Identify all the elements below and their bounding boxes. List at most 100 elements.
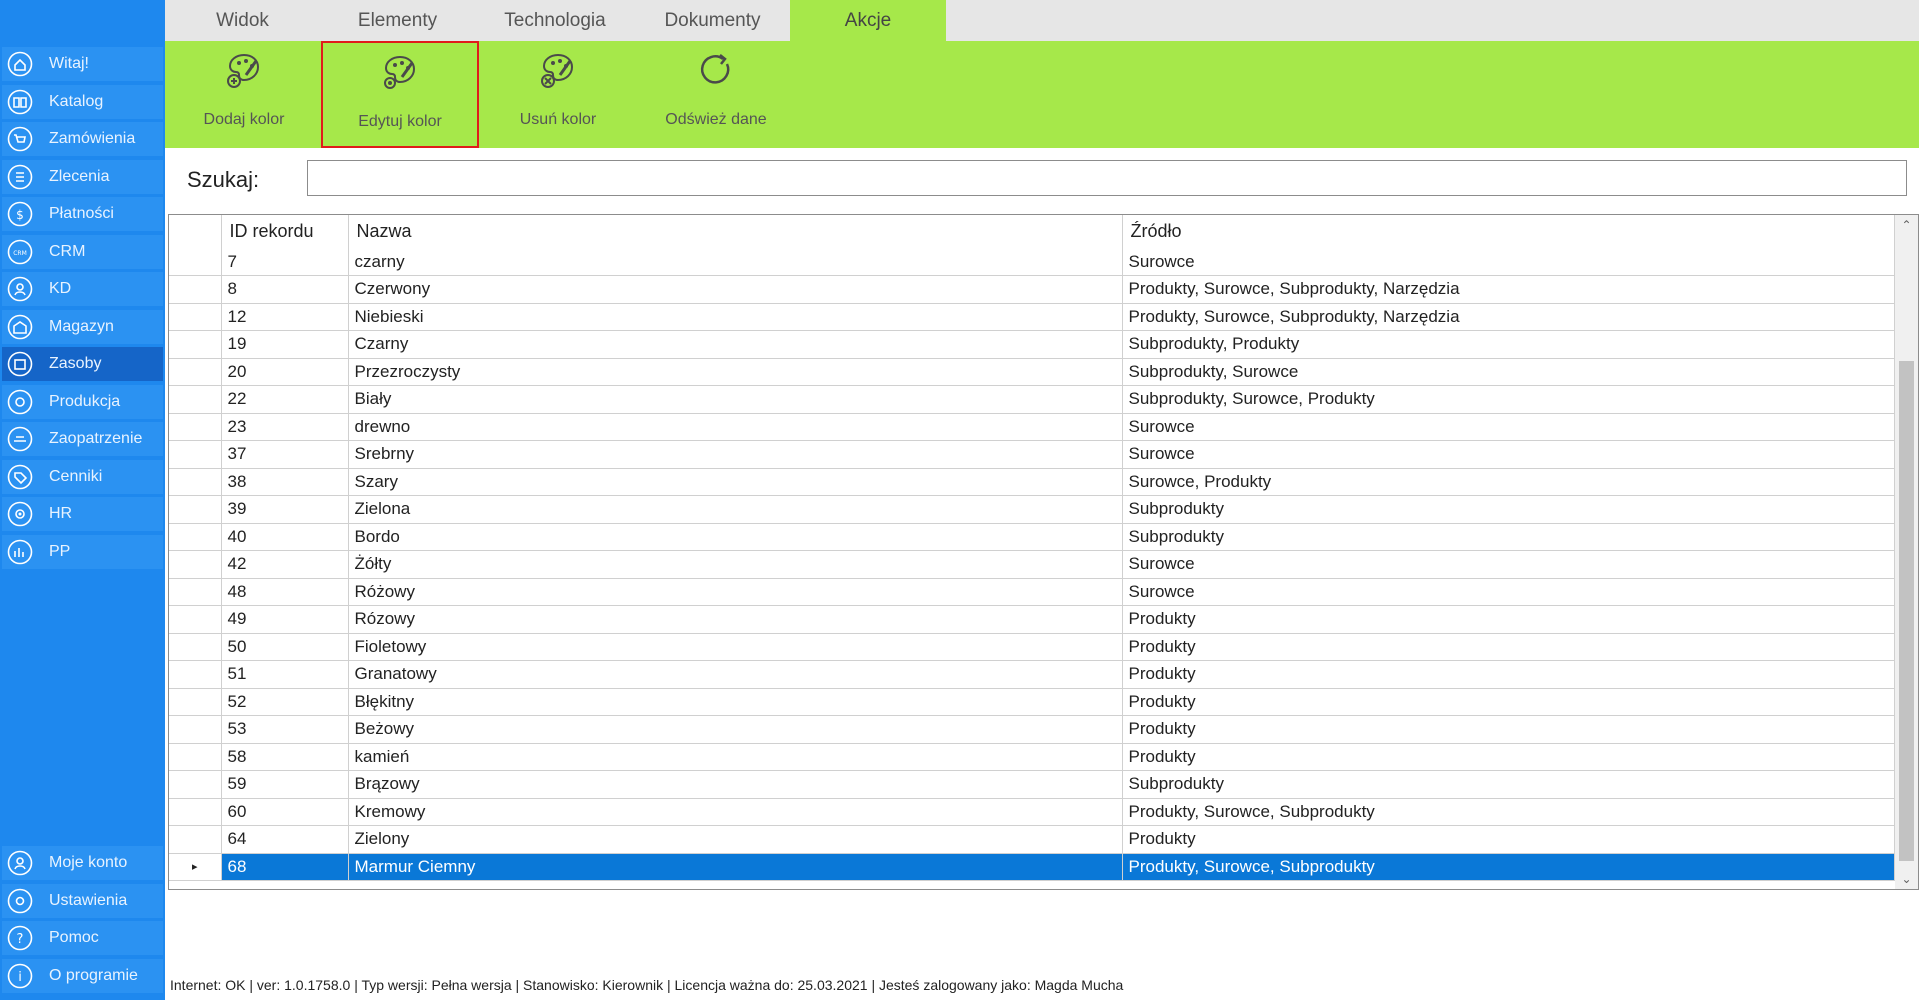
- cell-source[interactable]: Produkty, Surowce, Subprodukty: [1122, 798, 1895, 826]
- cell-name[interactable]: Błękitny: [348, 688, 1123, 716]
- cell-name[interactable]: Czerwony: [348, 275, 1123, 304]
- sidebar-item-płatności[interactable]: $ Płatności: [2, 197, 163, 231]
- table-row[interactable]: 64 Zielony Produkty: [169, 825, 1895, 854]
- row-selector[interactable]: [169, 660, 222, 689]
- table-row[interactable]: 38 Szary Surowce, Produkty: [169, 468, 1895, 496]
- cell-name[interactable]: Zielony: [348, 825, 1123, 854]
- cell-id[interactable]: 39: [221, 495, 349, 524]
- cell-id[interactable]: 19: [221, 330, 349, 359]
- cell-name[interactable]: Srebrny: [348, 440, 1123, 469]
- cell-source[interactable]: Produkty: [1122, 743, 1895, 771]
- row-selector[interactable]: [169, 633, 222, 661]
- tab-technologia[interactable]: Technologia: [475, 0, 635, 41]
- cell-id[interactable]: 53: [221, 715, 349, 744]
- cell-name[interactable]: Przezroczysty: [348, 358, 1123, 386]
- column-header-source[interactable]: Źródło: [1122, 215, 1895, 248]
- cell-id[interactable]: 50: [221, 633, 349, 661]
- row-selector[interactable]: [169, 550, 222, 579]
- table-row[interactable]: 39 Zielona Subprodukty: [169, 495, 1895, 524]
- cell-source[interactable]: Produkty: [1122, 633, 1895, 661]
- add-color-button[interactable]: Dodaj kolor: [165, 41, 323, 148]
- cell-source[interactable]: Surowce: [1122, 413, 1895, 441]
- row-selector[interactable]: [169, 825, 222, 854]
- cell-name[interactable]: Żółty: [348, 550, 1123, 579]
- cell-name[interactable]: Fioletowy: [348, 633, 1123, 661]
- delete-color-button[interactable]: Usuń kolor: [479, 41, 637, 148]
- row-selector[interactable]: ▸: [169, 853, 222, 881]
- refresh-button[interactable]: Odśwież dane: [637, 41, 795, 148]
- cell-id[interactable]: 22: [221, 385, 349, 414]
- row-selector[interactable]: [169, 715, 222, 744]
- row-selector[interactable]: [169, 743, 222, 771]
- sidebar-item-moje-konto[interactable]: Moje konto: [2, 846, 163, 880]
- cell-id[interactable]: 52: [221, 688, 349, 716]
- cell-id[interactable]: 38: [221, 468, 349, 496]
- cell-id[interactable]: 40: [221, 523, 349, 551]
- search-input[interactable]: [307, 160, 1907, 196]
- table-row[interactable]: 59 Brązowy Subprodukty: [169, 770, 1895, 799]
- table-row[interactable]: 8 Czerwony Produkty, Surowce, Subprodukty,…: [169, 275, 1895, 304]
- sidebar-item-crm[interactable]: CRM CRM: [2, 234, 163, 269]
- cell-id[interactable]: 68: [221, 853, 349, 881]
- sidebar-item-zlecenia[interactable]: Zlecenia: [2, 159, 163, 194]
- table-row[interactable]: 20 Przezroczysty Subprodukty, Surowce: [169, 358, 1895, 386]
- cell-source[interactable]: Produkty: [1122, 660, 1895, 689]
- row-selector[interactable]: [169, 358, 222, 386]
- sidebar-item-zasoby[interactable]: Zasoby: [2, 347, 163, 381]
- cell-name[interactable]: Zielona: [348, 495, 1123, 524]
- row-selector[interactable]: [169, 688, 222, 716]
- cell-source[interactable]: Subprodukty: [1122, 770, 1895, 799]
- scrollbar-thumb[interactable]: [1899, 361, 1914, 861]
- column-header-id[interactable]: ID rekordu: [221, 215, 349, 248]
- cell-source[interactable]: Produkty, Surowce, Subprodukty: [1122, 853, 1895, 881]
- sidebar-item-o-programie[interactable]: i O programie: [2, 958, 163, 993]
- cell-source[interactable]: Produkty: [1122, 825, 1895, 854]
- column-header-name[interactable]: Nazwa: [348, 215, 1123, 248]
- cell-source[interactable]: Surowce: [1122, 550, 1895, 579]
- row-selector[interactable]: [169, 275, 222, 304]
- cell-id[interactable]: 49: [221, 605, 349, 634]
- table-row[interactable]: 49 Rózowy Produkty: [169, 605, 1895, 634]
- cell-name[interactable]: Czarny: [348, 330, 1123, 359]
- row-selector[interactable]: [169, 798, 222, 826]
- row-selector[interactable]: [169, 770, 222, 799]
- table-row[interactable]: 58 kamień Produkty: [169, 743, 1895, 771]
- sidebar-item-pomoc[interactable]: ? Pomoc: [2, 921, 163, 955]
- row-selector[interactable]: [169, 578, 222, 606]
- row-selector[interactable]: [169, 385, 222, 414]
- cell-id[interactable]: 12: [221, 303, 349, 331]
- cell-source[interactable]: Subprodukty, Surowce: [1122, 358, 1895, 386]
- table-row[interactable]: 53 Beżowy Produkty: [169, 715, 1895, 744]
- table-row[interactable]: 51 Granatowy Produkty: [169, 660, 1895, 689]
- cell-id[interactable]: 59: [221, 770, 349, 799]
- edit-color-button[interactable]: Edytuj kolor: [321, 41, 479, 148]
- table-row[interactable]: 42 Żółty Surowce: [169, 550, 1895, 579]
- cell-id[interactable]: 51: [221, 660, 349, 689]
- table-row[interactable]: 48 Różowy Surowce: [169, 578, 1895, 606]
- cell-source[interactable]: Subprodukty: [1122, 523, 1895, 551]
- scroll-down-icon[interactable]: ⌄: [1895, 869, 1918, 889]
- cell-name[interactable]: drewno: [348, 413, 1123, 441]
- cell-id[interactable]: 37: [221, 440, 349, 469]
- vertical-scrollbar[interactable]: ⌃ ⌄: [1895, 215, 1918, 889]
- cell-source[interactable]: Surowce, Produkty: [1122, 468, 1895, 496]
- sidebar-item-katalog[interactable]: Katalog: [2, 84, 163, 119]
- tab-widok[interactable]: Widok: [165, 0, 320, 41]
- cell-name[interactable]: Szary: [348, 468, 1123, 496]
- table-row[interactable]: ▸ 68 Marmur Ciemny Produkty, Surowce, Subpr…: [169, 853, 1895, 881]
- row-selector[interactable]: [169, 523, 222, 551]
- table-row[interactable]: 23 drewno Surowce: [169, 413, 1895, 441]
- table-row[interactable]: 52 Błękitny Produkty: [169, 688, 1895, 716]
- cell-name[interactable]: Niebieski: [348, 303, 1123, 331]
- cell-name[interactable]: Kremowy: [348, 798, 1123, 826]
- table-row[interactable]: 37 Srebrny Surowce: [169, 440, 1895, 469]
- cell-id[interactable]: 48: [221, 578, 349, 606]
- cell-source[interactable]: Surowce: [1122, 578, 1895, 606]
- row-selector[interactable]: [169, 495, 222, 524]
- tab-dokumenty[interactable]: Dokumenty: [635, 0, 790, 41]
- cell-source[interactable]: Subprodukty: [1122, 495, 1895, 524]
- cell-name[interactable]: Beżowy: [348, 715, 1123, 744]
- row-selector[interactable]: [169, 330, 222, 359]
- sidebar-item-hr[interactable]: HR: [2, 497, 163, 531]
- row-selector[interactable]: [169, 413, 222, 441]
